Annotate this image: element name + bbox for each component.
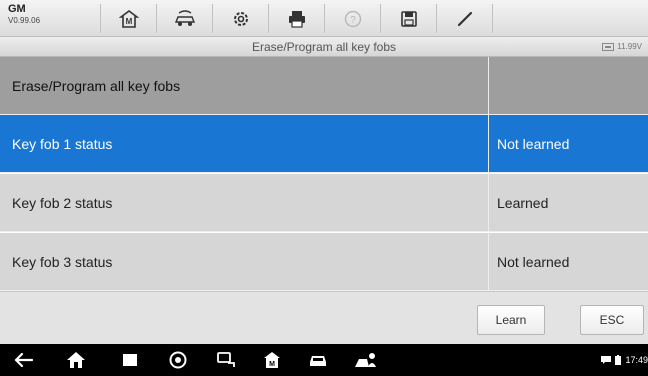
row-label: Key fob 3 status	[0, 233, 489, 290]
shop-button[interactable]	[348, 344, 384, 376]
battery-icon	[602, 43, 615, 51]
back-icon	[14, 352, 34, 368]
settings-button[interactable]	[213, 0, 268, 37]
save-icon	[400, 10, 417, 27]
table-row[interactable]: Key fob 1 status Not learned	[0, 115, 648, 173]
status-area: 17:49	[601, 344, 648, 376]
browser-icon	[169, 351, 187, 369]
print-button[interactable]	[269, 0, 324, 37]
clock: 17:49	[625, 355, 648, 365]
vehicle-home-button[interactable]: M	[254, 344, 290, 376]
header-value	[489, 57, 648, 114]
row-value: Not learned	[497, 253, 570, 270]
vehicle-swap-icon	[174, 9, 195, 26]
browser-button[interactable]	[160, 344, 196, 376]
toolbar-divider	[492, 4, 493, 33]
table-row[interactable]: Key fob 3 status Not learned	[0, 233, 648, 291]
notification-icon	[601, 356, 612, 364]
remote-icon	[217, 352, 235, 367]
recent-apps-icon	[123, 354, 137, 366]
voltage-value: 11.99V	[617, 42, 642, 51]
action-bar: Learn ESC	[0, 291, 648, 344]
edit-icon	[457, 11, 472, 26]
table-row[interactable]: Key fob 2 status Learned	[0, 174, 648, 232]
help-button[interactable]: ?	[325, 0, 380, 37]
recent-apps-button[interactable]	[112, 344, 148, 376]
help-icon: ?	[344, 10, 361, 27]
row-value: Learned	[497, 194, 549, 211]
settings-icon	[233, 11, 248, 26]
top-toolbar: GM V0.99.06 M ?	[0, 0, 648, 37]
row-label: Key fob 1 status	[0, 115, 489, 172]
table-header-row: Erase/Program all key fobs	[0, 57, 648, 115]
brand-name: GM	[8, 3, 26, 15]
home-icon	[67, 352, 85, 368]
print-icon	[288, 10, 305, 28]
car-button[interactable]	[300, 344, 336, 376]
shop-icon	[355, 353, 376, 367]
home-button[interactable]: M	[101, 0, 156, 37]
back-button[interactable]	[6, 344, 42, 376]
row-label: Key fob 2 status	[0, 174, 489, 231]
page-title: Erase/Program all key fobs	[251, 40, 397, 54]
android-home-button[interactable]	[58, 344, 94, 376]
system-nav-bar: M 17:49	[0, 344, 648, 376]
home-icon: M	[118, 9, 139, 28]
vehicle-swap-button[interactable]	[157, 0, 212, 37]
svg-text:?: ?	[350, 15, 356, 26]
remote-button[interactable]	[208, 344, 244, 376]
edit-button[interactable]	[437, 0, 492, 37]
car-icon	[310, 356, 326, 366]
esc-button[interactable]: ESC	[580, 305, 644, 335]
brand-block: GM V0.99.06	[8, 3, 68, 33]
battery-status-icon	[615, 355, 622, 365]
battery-voltage: 11.99V	[602, 37, 642, 57]
svg-text:M: M	[125, 17, 132, 26]
vehicle-home-icon: M	[264, 352, 280, 368]
row-value: Not learned	[497, 135, 570, 152]
svg-text:M: M	[269, 361, 275, 368]
header-label: Erase/Program all key fobs	[0, 57, 489, 114]
page-titlebar: Erase/Program all key fobs 11.99V	[0, 37, 648, 57]
learn-button[interactable]: Learn	[477, 305, 545, 335]
version-label: V0.99.06	[8, 16, 41, 25]
save-button[interactable]	[381, 0, 436, 37]
